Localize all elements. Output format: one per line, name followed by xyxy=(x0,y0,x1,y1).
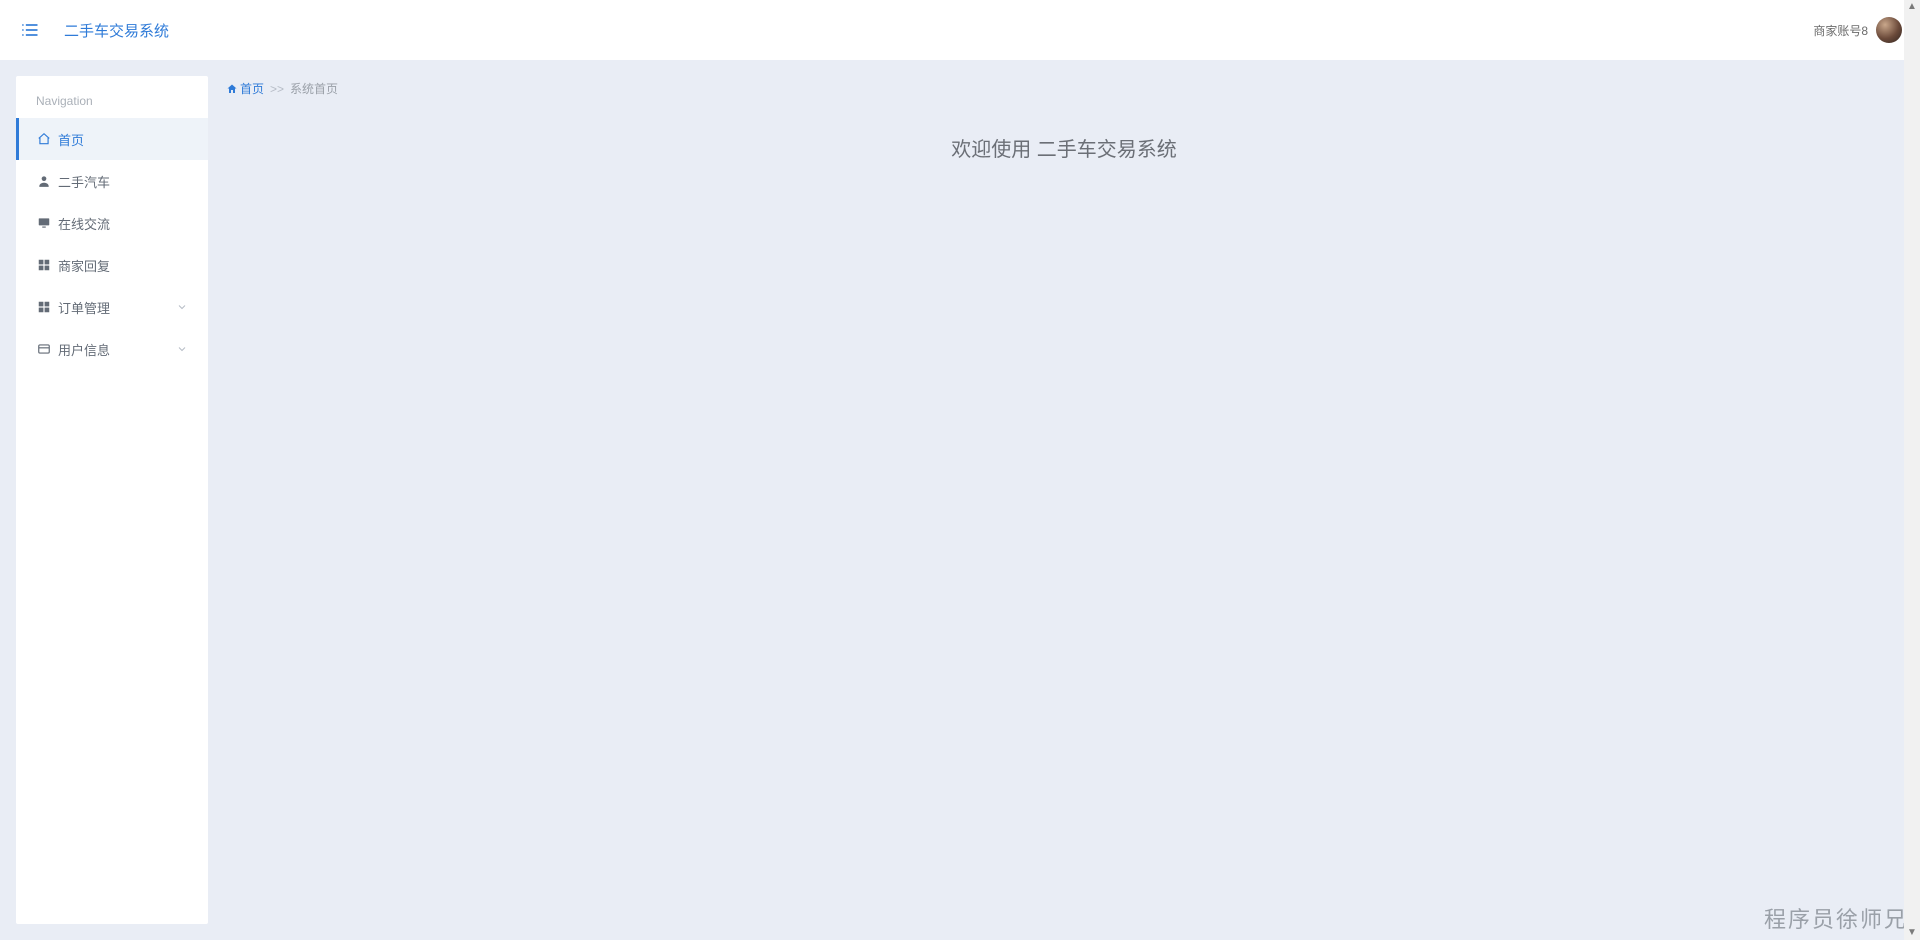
sidebar-item-used-cars[interactable]: 二手汽车 xyxy=(16,160,208,202)
user-name: 商家账号8 xyxy=(1813,22,1868,39)
sidebar-item-label: 在线交流 xyxy=(58,214,110,233)
menu-toggle-icon[interactable] xyxy=(18,18,42,42)
breadcrumb-home-label: 首页 xyxy=(240,80,264,97)
sidebar-item-label: 订单管理 xyxy=(58,298,110,317)
sidebar-item-online-chat[interactable]: 在线交流 xyxy=(16,202,208,244)
breadcrumb-current: 系统首页 xyxy=(290,80,338,97)
scroll-down-icon[interactable]: ▼ xyxy=(1907,928,1917,938)
user-menu[interactable]: 商家账号8 xyxy=(1813,17,1902,43)
scroll-up-icon[interactable]: ▲ xyxy=(1907,2,1917,12)
sidebar-item-label: 二手汽车 xyxy=(58,172,110,191)
card-icon xyxy=(36,341,52,357)
breadcrumb: 首页 >> 系统首页 xyxy=(224,76,1904,111)
sidebar-item-label: 用户信息 xyxy=(58,340,110,359)
grid-icon xyxy=(36,299,52,315)
sidebar-item-home[interactable]: 首页 xyxy=(16,118,208,160)
sidebar-item-label: 商家回复 xyxy=(58,256,110,275)
header: 二手车交易系统 商家账号8 xyxy=(0,0,1920,60)
sidebar: Navigation 首页 二手汽车 在线交流 商家回复 xyxy=(16,76,208,924)
breadcrumb-separator: >> xyxy=(270,82,284,96)
monitor-icon xyxy=(36,215,52,231)
breadcrumb-home-link[interactable]: 首页 xyxy=(226,80,264,97)
chevron-down-icon xyxy=(176,301,188,313)
sidebar-item-orders[interactable]: 订单管理 xyxy=(16,286,208,328)
sidebar-heading: Navigation xyxy=(16,94,208,118)
app-title: 二手车交易系统 xyxy=(64,20,169,41)
sidebar-item-merchant-reply[interactable]: 商家回复 xyxy=(16,244,208,286)
sidebar-item-label: 首页 xyxy=(58,130,84,149)
home-icon xyxy=(226,83,238,95)
sidebar-item-user-info[interactable]: 用户信息 xyxy=(16,328,208,370)
avatar xyxy=(1876,17,1902,43)
chevron-down-icon xyxy=(176,343,188,355)
scrollbar[interactable]: ▲ ▼ xyxy=(1904,0,1920,940)
content-area: 首页 >> 系统首页 欢迎使用 二手车交易系统 xyxy=(224,76,1904,924)
home-icon xyxy=(36,131,52,147)
welcome-heading: 欢迎使用 二手车交易系统 xyxy=(224,111,1904,162)
person-icon xyxy=(36,173,52,189)
grid-icon xyxy=(36,257,52,273)
